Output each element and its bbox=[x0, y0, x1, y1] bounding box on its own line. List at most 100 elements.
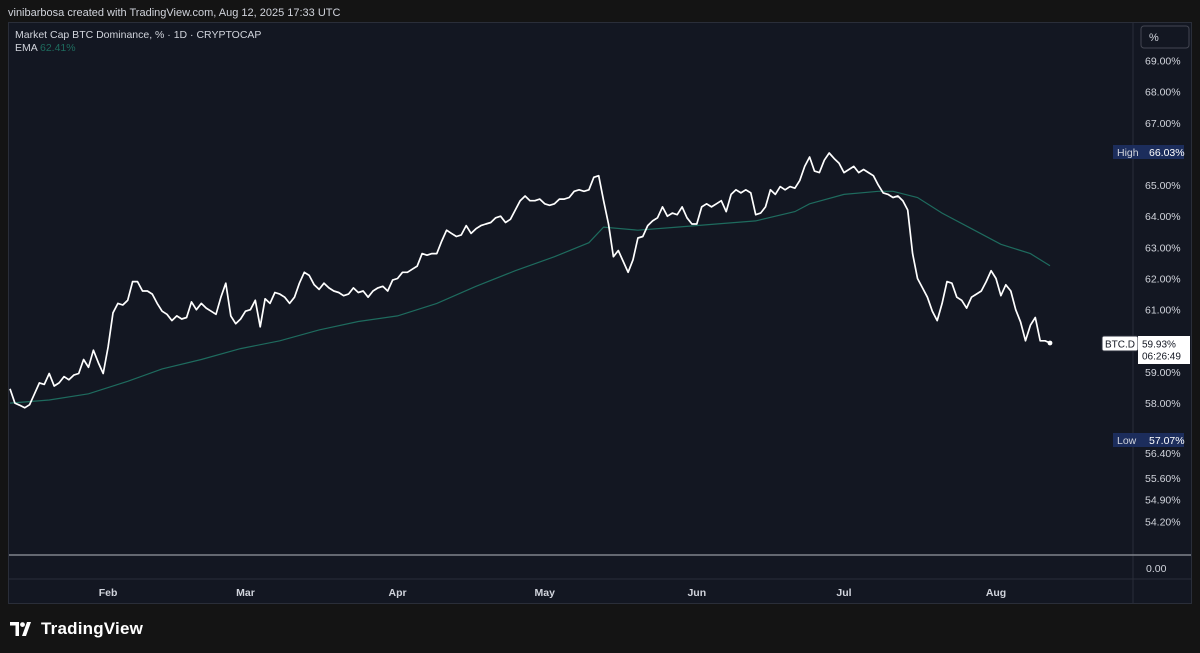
price-point-2025-03-07 bbox=[274, 292, 275, 293]
price-point-2025-07-16 bbox=[917, 278, 918, 279]
price-point-2025-03-19 bbox=[333, 290, 334, 291]
ema-point-2025-06-13 bbox=[755, 220, 756, 221]
y-tick-4: 64.00% bbox=[1145, 211, 1181, 223]
percent-scale-button[interactable]: % bbox=[1140, 25, 1190, 49]
price-point-2025-04-29 bbox=[534, 200, 535, 201]
price-point-2025-06-28 bbox=[829, 152, 830, 153]
price-point-2025-08-09 bbox=[1035, 317, 1036, 318]
ema-point-2025-01-28 bbox=[88, 393, 89, 394]
price-point-2025-07-01 bbox=[843, 172, 844, 173]
price-point-2025-02-28 bbox=[240, 318, 241, 319]
price-point-2025-05-22 bbox=[647, 225, 648, 226]
price-point-2025-07-12 bbox=[897, 195, 898, 196]
price-point-2025-03-27 bbox=[372, 290, 373, 291]
tradingview-logo[interactable]: TradingView bbox=[10, 619, 143, 639]
chart-canvas[interactable]: Market Cap BTC Dominance, % · 1D · CRYPT… bbox=[9, 23, 1191, 603]
price-point-2025-06-19 bbox=[785, 189, 786, 190]
price-point-2025-04-13 bbox=[456, 236, 457, 237]
price-point-2025-06-26 bbox=[819, 172, 820, 173]
price-point-2025-01-17 bbox=[34, 393, 35, 394]
last-value-tag: BTC.D 59.93% 06:26:49 bbox=[1101, 335, 1190, 364]
ema-point-2025-05-28 bbox=[677, 227, 678, 228]
volume-pane-tick: 0.00 bbox=[1146, 563, 1167, 575]
price-point-2025-02-08 bbox=[142, 290, 143, 291]
price-point-2025-04-08 bbox=[431, 253, 432, 254]
ema-point-2025-05-13 bbox=[603, 227, 604, 228]
price-point-2025-06-01 bbox=[696, 223, 697, 224]
price-point-2025-01-13 bbox=[14, 403, 15, 404]
ema-point-2025-05-03 bbox=[554, 256, 555, 257]
ema-series-line bbox=[9, 190, 1051, 404]
price-point-2025-04-01 bbox=[397, 278, 398, 279]
ema-point-2025-04-01 bbox=[397, 315, 398, 316]
time-axis-ticks: Feb Mar Apr May Jun Jul Aug bbox=[99, 587, 1006, 599]
low-tag-value: 57.07% bbox=[1149, 435, 1185, 447]
price-point-2025-08-12 bbox=[1049, 342, 1050, 343]
price-point-2025-06-30 bbox=[839, 163, 840, 164]
price-point-2025-02-02 bbox=[112, 312, 113, 313]
price-point-2025-02-23 bbox=[215, 314, 216, 315]
ema-point-2025-03-24 bbox=[358, 321, 359, 322]
price-point-2025-07-29 bbox=[981, 290, 982, 291]
last-value: 59.93% bbox=[1142, 340, 1176, 351]
price-point-2025-06-25 bbox=[814, 171, 815, 172]
low-tag: Low 57.07% bbox=[1113, 433, 1185, 447]
price-point-2025-04-28 bbox=[529, 200, 530, 201]
price-point-2025-06-15 bbox=[765, 206, 766, 207]
price-point-2025-01-30 bbox=[98, 362, 99, 363]
price-point-2025-04-14 bbox=[461, 234, 462, 235]
price-point-2025-02-10 bbox=[152, 294, 153, 295]
price-point-2025-01-27 bbox=[83, 359, 84, 360]
price-point-2025-02-12 bbox=[162, 311, 163, 312]
price-point-2025-02-03 bbox=[117, 303, 118, 304]
percent-scale-label[interactable]: % bbox=[1149, 32, 1159, 44]
price-point-2025-04-20 bbox=[490, 222, 491, 223]
y-tick-0: 69.00% bbox=[1145, 55, 1181, 67]
price-point-2025-05-09 bbox=[583, 191, 584, 192]
price-point-2025-07-08 bbox=[878, 185, 879, 186]
x-tick-may: May bbox=[534, 587, 555, 599]
price-point-2025-03-29 bbox=[382, 286, 383, 287]
price-point-2025-03-14 bbox=[309, 275, 310, 276]
chart-frame[interactable]: Market Cap BTC Dominance, % · 1D · CRYPT… bbox=[8, 22, 1192, 604]
price-point-2025-08-02 bbox=[1000, 295, 1001, 296]
price-point-2025-05-12 bbox=[598, 175, 599, 176]
price-point-2025-07-19 bbox=[932, 311, 933, 312]
price-point-2025-08-08 bbox=[1030, 325, 1031, 326]
price-point-2025-02-09 bbox=[147, 290, 148, 291]
price-point-2025-07-26 bbox=[966, 308, 967, 309]
price-point-2025-01-14 bbox=[19, 405, 20, 406]
price-point-2025-02-22 bbox=[211, 311, 212, 312]
price-point-2025-05-28 bbox=[677, 214, 678, 215]
price-point-2025-05-18 bbox=[628, 272, 629, 273]
attribution-text: vinibarbosa created with TradingView.com… bbox=[8, 7, 341, 19]
price-point-2025-07-28 bbox=[976, 294, 977, 295]
price-point-2025-07-05 bbox=[863, 169, 864, 170]
price-point-2025-06-06 bbox=[721, 200, 722, 201]
price-point-2025-01-29 bbox=[93, 350, 94, 351]
ema-point-2025-07-01 bbox=[843, 194, 844, 195]
tradingview-logo-icon bbox=[10, 622, 31, 636]
price-point-2025-06-22 bbox=[799, 180, 800, 181]
price-point-2025-04-23 bbox=[505, 222, 506, 223]
price-point-2025-05-27 bbox=[672, 213, 673, 214]
price-point-2025-05-30 bbox=[686, 217, 687, 218]
low-tag-label: Low bbox=[1117, 435, 1137, 447]
price-point-2025-02-25 bbox=[225, 283, 226, 284]
price-point-2025-07-20 bbox=[937, 320, 938, 321]
price-point-2025-06-10 bbox=[740, 192, 741, 193]
price-point-2025-07-13 bbox=[902, 200, 903, 201]
price-point-2025-06-24 bbox=[809, 156, 810, 157]
price-point-2025-04-16 bbox=[471, 233, 472, 234]
symbol-tag: BTC.D bbox=[1105, 340, 1135, 351]
price-point-2025-02-07 bbox=[137, 281, 138, 282]
price-point-2025-05-19 bbox=[632, 259, 633, 260]
price-point-2025-06-13 bbox=[755, 214, 756, 215]
price-point-2025-07-23 bbox=[951, 283, 952, 284]
price-point-2025-05-02 bbox=[549, 205, 550, 206]
price-point-2025-07-25 bbox=[961, 300, 962, 301]
price-point-2025-01-23 bbox=[63, 376, 64, 377]
high-tag: High 66.03% bbox=[1113, 145, 1185, 159]
price-point-2025-08-04 bbox=[1010, 290, 1011, 291]
y-tick-5: 63.00% bbox=[1145, 242, 1181, 254]
